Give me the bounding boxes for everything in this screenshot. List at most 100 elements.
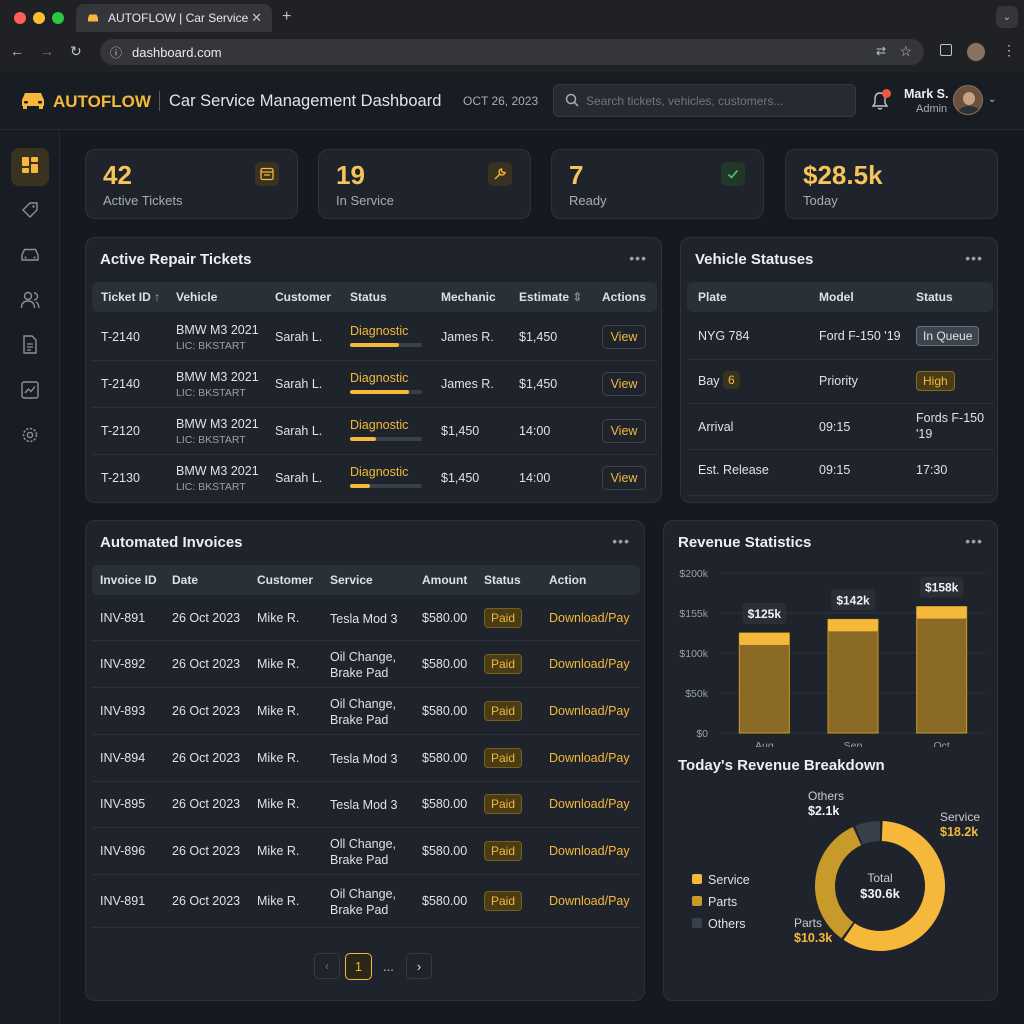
table-row[interactable]: T-2140 BMW M3 2021 LIC: BKSTART Sarah L. Dia…: [92, 314, 657, 361]
sidebar-item-invoices[interactable]: [11, 328, 49, 366]
download-pay-link[interactable]: Download/Pay: [549, 894, 630, 908]
vehicle-row[interactable]: Arrival 09:15 Fords F-150 '19: [687, 404, 993, 450]
stat-card-today-revenue[interactable]: $28.5k Today: [785, 149, 998, 219]
arrival-time: 09:15: [819, 420, 851, 434]
search-input[interactable]: [586, 92, 846, 110]
revenue-bar: [738, 632, 790, 734]
download-pay-link[interactable]: Download/Pay: [549, 751, 630, 765]
download-pay-link[interactable]: Download/Pay: [549, 704, 630, 718]
sidebar-item-vehicles[interactable]: [11, 238, 49, 276]
panel-title: Active Repair Tickets: [100, 251, 252, 268]
page-1-button[interactable]: 1: [345, 953, 372, 980]
user-role: Admin: [916, 103, 948, 115]
col-estimate[interactable]: Estimate ⇕: [519, 290, 582, 304]
view-button[interactable]: View: [602, 419, 646, 443]
view-button[interactable]: View: [602, 325, 646, 349]
legend-label: Parts: [708, 895, 737, 909]
site-info-icon[interactable]: ⓘ: [110, 44, 122, 61]
download-pay-link[interactable]: Download/Pay: [549, 844, 630, 858]
download-pay-link[interactable]: Download/Pay: [549, 797, 630, 811]
status-badge: Paid: [484, 654, 523, 674]
ticket-col5: James R.: [441, 377, 494, 391]
customer-name: Sarah L.: [275, 471, 323, 485]
more-options-icon[interactable]: •••: [612, 533, 630, 549]
download-pay-link[interactable]: Download/Pay: [549, 611, 630, 625]
maximize-window-dot[interactable]: [52, 12, 64, 24]
stat-card-active-tickets[interactable]: 42 Active Tickets: [85, 149, 298, 219]
notification-dot: [882, 89, 891, 98]
sidebar-item-dashboard[interactable]: [11, 148, 49, 186]
download-pay-link[interactable]: Download/Pay: [549, 657, 630, 671]
search-box[interactable]: [553, 84, 856, 117]
stat-value: $28.5k: [803, 160, 883, 190]
minimize-window-dot[interactable]: [33, 12, 45, 24]
y-tick-label: $100k: [679, 648, 708, 660]
progress-bar: [350, 390, 422, 394]
brand-name[interactable]: AUTOFLOW: [53, 92, 151, 112]
stat-label: Today: [803, 193, 838, 208]
stat-card-ready[interactable]: 7 Ready: [551, 149, 764, 219]
tab-search-icon[interactable]: ⌄: [996, 6, 1018, 28]
view-button[interactable]: View: [602, 372, 646, 396]
col-status: Status: [350, 290, 387, 304]
prev-page-button[interactable]: ‹: [314, 953, 340, 979]
more-options-icon[interactable]: •••: [629, 250, 647, 266]
ticket-col6: $1,450: [519, 330, 558, 344]
vehicle-row[interactable]: Est. Release 09:15 17:30: [687, 450, 993, 496]
more-options-icon[interactable]: •••: [965, 250, 983, 266]
browser-tab[interactable]: AUTOFLOW | Car Service Man ✕: [76, 4, 272, 32]
col-invoice-id: Invoice ID: [100, 573, 157, 587]
legend-label: Service: [708, 873, 750, 887]
gear-icon: [21, 426, 39, 449]
user-name[interactable]: Mark S.: [904, 87, 948, 101]
vehicle-name: BMW M3 2021: [176, 464, 259, 478]
invoice-row[interactable]: INV-893 26 Oct 2023 Mike R. Oil Change, Bra…: [92, 688, 640, 735]
forward-icon[interactable]: →: [40, 43, 54, 59]
invoice-row[interactable]: INV-891 26 Oct 2023 Mike R. Oil Change, Bra…: [92, 875, 640, 928]
ticket-icon: [255, 162, 279, 186]
status-badge: Paid: [484, 841, 523, 861]
sidebar-item-tickets[interactable]: [11, 193, 49, 231]
view-button[interactable]: View: [602, 466, 646, 490]
sidebar-item-reports[interactable]: [11, 373, 49, 411]
table-row[interactable]: T-2130 BMW M3 2021 LIC: BKSTART Sarah L. Dia…: [92, 455, 657, 502]
invoice-row[interactable]: INV-892 26 Oct 2023 Mike R. Oil Change, Bra…: [92, 641, 640, 688]
sidebar-item-customers[interactable]: [11, 283, 49, 321]
active-tickets-panel: Active Repair Tickets ••• Ticket ID ↑ Ve…: [85, 237, 662, 503]
more-options-icon[interactable]: •••: [965, 533, 983, 549]
priority-badge: High: [916, 371, 955, 391]
invoice-row[interactable]: INV-891 26 Oct 2023 Mike R. Tesla Mod 3 $580…: [92, 597, 640, 641]
table-row[interactable]: T-2140 BMW M3 2021 LIC: BKSTART Sarah L. Dia…: [92, 361, 657, 408]
progress-fill: [350, 484, 371, 488]
sidebar-item-settings[interactable]: [11, 418, 49, 456]
stat-card-in-service[interactable]: 19 In Service: [318, 149, 531, 219]
address-bar[interactable]: ⓘ dashboard.com ⇄ ☆: [100, 39, 924, 65]
invoice-service: Tesla Mod 3: [330, 752, 398, 766]
user-menu-chevron-icon[interactable]: ⌄: [988, 94, 996, 105]
browser-menu-icon[interactable]: ⋮: [1002, 42, 1016, 59]
vehicle-row[interactable]: Bay 6 Priority High: [687, 360, 993, 404]
vehicle-plate: LIC: BKSTART: [176, 481, 246, 493]
translate-icon[interactable]: ⇄: [876, 44, 886, 58]
vehicle-row[interactable]: NYG 784 Ford F-150 '19 In Queue: [687, 314, 993, 360]
invoice-row[interactable]: INV-894 26 Oct 2023 Mike R. Tesla Mod 3 $580…: [92, 735, 640, 782]
invoice-row[interactable]: INV-896 26 Oct 2023 Mike R. Oll Change, Bra…: [92, 828, 640, 875]
sidebar-toggle-icon[interactable]: [940, 44, 952, 56]
col-vehicle: Vehicle: [176, 290, 218, 304]
back-icon[interactable]: ←: [10, 43, 24, 59]
invoice-row[interactable]: INV-895 26 Oct 2023 Mike R. Tesla Mod 3 $580…: [92, 782, 640, 828]
tab-close-icon[interactable]: ✕: [251, 10, 262, 26]
invoice-amount: $580.00: [422, 657, 468, 671]
user-avatar[interactable]: [953, 85, 983, 115]
profile-avatar-icon[interactable]: [967, 43, 985, 61]
new-tab-icon[interactable]: +: [282, 8, 291, 26]
close-window-dot[interactable]: [14, 12, 26, 24]
col-ticket-id[interactable]: Ticket ID ↑: [101, 290, 160, 304]
stat-value: 19: [336, 160, 365, 190]
next-page-button[interactable]: ›: [406, 953, 432, 979]
ticket-col5: James R.: [441, 330, 494, 344]
table-row[interactable]: T-2120 BMW M3 2021 LIC: BKSTART Sarah L. Dia…: [92, 408, 657, 455]
bookmark-star-icon[interactable]: ☆: [899, 43, 912, 60]
reload-icon[interactable]: ↻: [70, 43, 82, 60]
status-badge: In Queue: [916, 326, 980, 346]
